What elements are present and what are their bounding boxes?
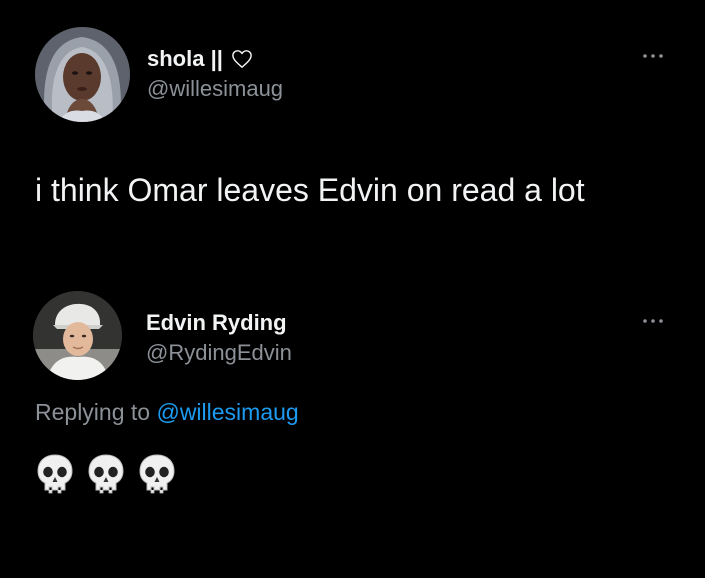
more-dots-icon[interactable] [638, 48, 668, 64]
profile-photo-icon [35, 27, 130, 122]
handle[interactable]: @RydingEdvin [146, 340, 292, 366]
replying-mention-link[interactable]: @willesimaug [156, 399, 298, 425]
shola-header: shola || @willesimaug [147, 44, 283, 102]
heart-outline-icon [232, 50, 252, 68]
replying-to-line: Replying to @willesimaug [35, 399, 299, 426]
replying-prefix: Replying to [35, 399, 151, 425]
display-name[interactable]: shola || [147, 46, 223, 72]
handle[interactable]: @willesimaug [147, 76, 283, 102]
skull-icon [37, 454, 73, 494]
edvin-avatar[interactable] [33, 291, 122, 380]
edvin-header: Edvin Ryding @RydingEdvin [146, 308, 292, 366]
reply-emoji-row [35, 452, 177, 496]
shola-avatar[interactable] [35, 27, 130, 122]
display-name[interactable]: Edvin Ryding [146, 308, 292, 338]
tweet-screenshot: shola || @willesimaug i think Omar leave… [0, 0, 705, 578]
skull-icon [139, 454, 175, 494]
name-row: shola || [147, 44, 283, 74]
profile-photo-icon [33, 291, 122, 380]
tweet-text: i think Omar leaves Edvin on read a lot [35, 172, 585, 208]
more-dots-icon[interactable] [638, 313, 668, 329]
skull-icon [88, 454, 124, 494]
